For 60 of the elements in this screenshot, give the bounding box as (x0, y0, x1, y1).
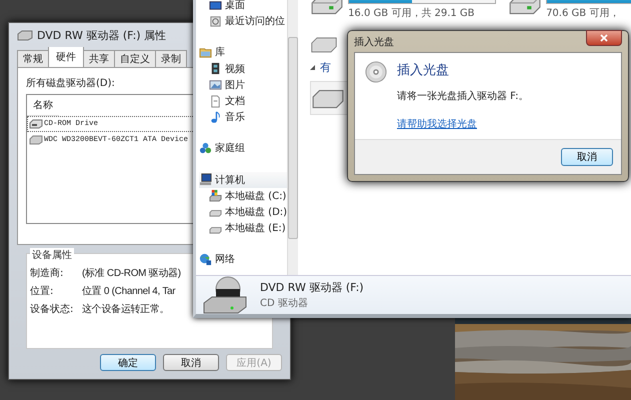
close-button[interactable] (586, 30, 622, 46)
document-icon (209, 94, 222, 108)
dialog-message: 请将一张光盘插入驱动器 F:。 (397, 90, 529, 103)
close-icon (599, 34, 609, 42)
tab[interactable]: 共享 (83, 50, 115, 67)
property-label: 设备状态: (30, 302, 74, 316)
nav-item[interactable]: 库 (199, 44, 288, 61)
nav-item[interactable]: 桌面 (199, 0, 288, 14)
nav-item[interactable]: 本地磁盘 (C:) (199, 188, 288, 204)
tab[interactable]: 硬件 (48, 47, 84, 67)
homegroup-icon (199, 142, 212, 155)
scrollbar[interactable] (287, 0, 298, 275)
cd-drive-icon (29, 119, 43, 129)
property-value: 这个设备运转正常。 (82, 302, 170, 316)
help-link[interactable]: 请帮助我选择光盘 (397, 117, 477, 131)
dialog-button[interactable]: 取消 (163, 354, 219, 371)
drive-name: DVD RW 驱动器 (F:) (260, 280, 364, 295)
computer-icon (199, 173, 212, 186)
tab[interactable]: 自定义 (114, 50, 156, 67)
desktop-icon (209, 0, 222, 12)
nav-item[interactable]: 音乐 (199, 109, 288, 126)
drive-icon (17, 29, 33, 41)
nav-item[interactable]: 网络 (199, 251, 288, 268)
drive-tile[interactable] (310, 81, 348, 115)
nav-item[interactable]: 计算机 (199, 172, 288, 188)
section-header[interactable]: 有 (320, 60, 332, 75)
nav-item[interactable]: 视频 (199, 60, 288, 77)
recent-places-icon (209, 14, 222, 28)
list-label: 所有磁盘驱动器(D): (26, 76, 116, 90)
free-space-text: 70.6 GB 可用， (546, 7, 620, 20)
nav-item[interactable]: 本地磁盘 (E:) (199, 220, 288, 236)
property-value: 位置 0 (Channel 4, Tar (82, 284, 176, 298)
property-value: (标准 CD-ROM 驱动器) (82, 266, 181, 280)
nav-item[interactable]: 本地磁盘 (D:) (199, 204, 288, 220)
collapse-icon[interactable] (310, 64, 316, 70)
tab[interactable]: 常规 (17, 50, 49, 67)
dialog-heading: 插入光盘 (397, 62, 449, 79)
globe-icon (199, 252, 212, 266)
image-icon (209, 78, 222, 92)
group-title: 设备属性 (30, 248, 74, 262)
film-icon (209, 62, 222, 76)
dialog-title: 插入光盘 (354, 36, 394, 48)
column-header[interactable]: 名称 (27, 95, 59, 116)
drive-icon (209, 189, 222, 202)
dialog-button[interactable]: 确定 (100, 354, 156, 371)
music-note-icon (209, 110, 222, 124)
free-space-text: 16.0 GB 可用，共 29.1 GB (348, 6, 476, 20)
drive-type: CD 驱动器 (260, 297, 309, 310)
nav-item[interactable]: 文档 (199, 92, 288, 110)
nav-item[interactable]: 家庭组 (199, 140, 288, 156)
nav-item[interactable]: 最近访问的位 (199, 13, 288, 30)
disc-icon (365, 61, 387, 83)
dvd-drive-icon (202, 275, 248, 314)
property-label: 位置: (30, 284, 54, 298)
nav-item[interactable]: 图片 (199, 76, 288, 93)
cancel-button[interactable]: 取消 (561, 148, 613, 166)
window-title: DVD RW 驱动器 (F:) 属性 (37, 28, 166, 42)
property-label: 制造商: (30, 266, 64, 280)
folder-icon (199, 46, 212, 59)
tab[interactable]: 录制 (155, 50, 187, 67)
